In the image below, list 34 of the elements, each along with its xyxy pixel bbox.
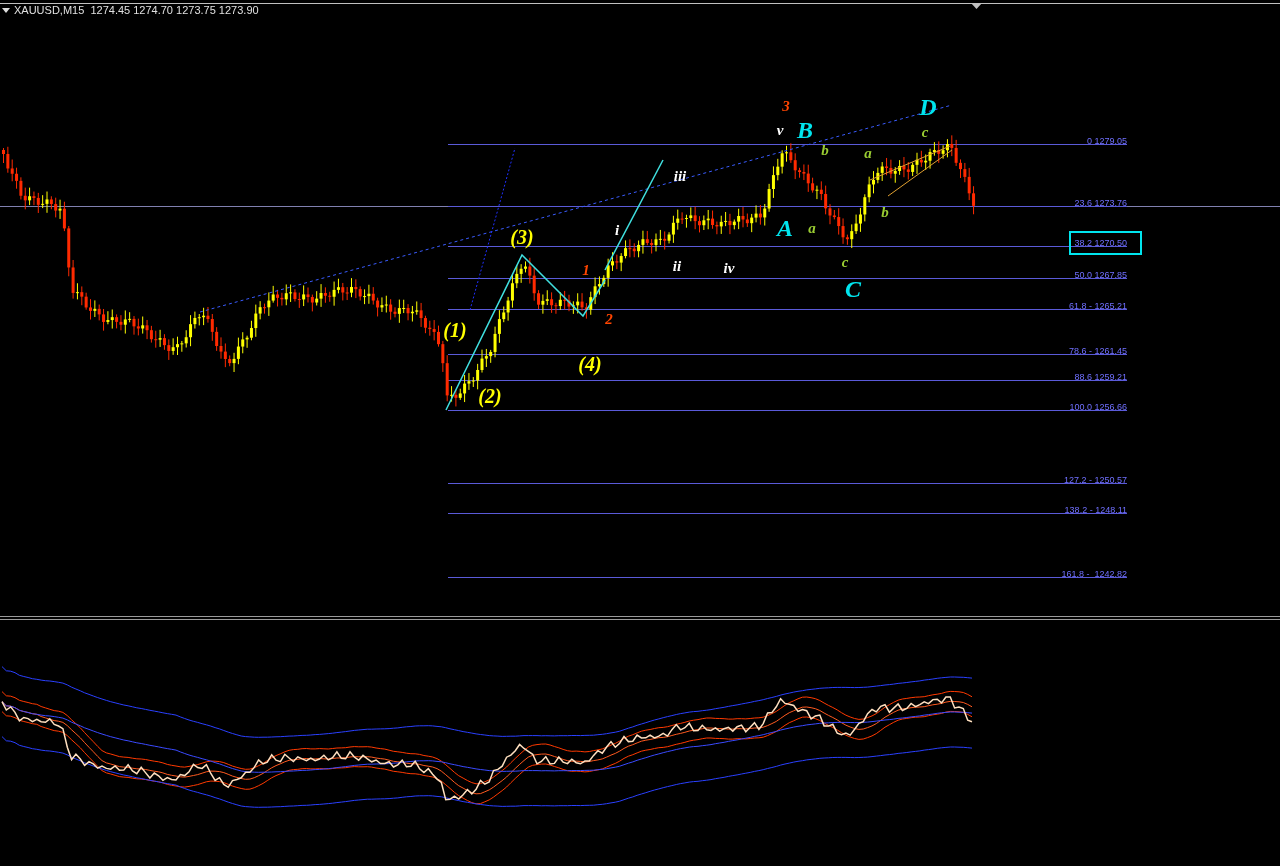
fib-level-label: 78.6 - 1261.45	[1067, 345, 1128, 358]
wave-label: a	[808, 220, 816, 236]
wave-label: B	[797, 118, 813, 142]
fib-level-label: 50.0 1267.85	[1073, 269, 1128, 282]
fib-level-label: 161.8 - 1242.82	[1060, 568, 1128, 581]
wave-label: i	[614, 222, 620, 238]
wave-label: ii	[672, 258, 682, 274]
wave-label: (4)	[578, 354, 602, 374]
fib-level-label: 88.6 1259.21	[1073, 371, 1128, 384]
wave-label: 3	[782, 98, 790, 114]
wave-label: b	[881, 204, 889, 220]
wave-label: (2)	[478, 386, 502, 406]
fib-level-label: 38.2 1270.50	[1069, 231, 1142, 255]
fib-level-label: 23.6 1273.76	[1073, 197, 1128, 210]
fib-level-label: 0 1279.05	[1085, 135, 1128, 148]
wave-label: 2	[605, 311, 613, 327]
wave-label: c	[841, 254, 849, 270]
wave-label: (1)	[443, 320, 467, 340]
wave-label: 1	[582, 262, 590, 278]
wave-label: a	[864, 145, 872, 161]
wave-label: iv	[723, 260, 735, 276]
wave-label: D	[919, 95, 937, 119]
wave-label: v	[776, 122, 784, 138]
chart-symbol-quote: XAUUSD,M15 1274.45 1274.70 1273.75 1273.90	[14, 4, 259, 16]
wave-label: iii	[673, 168, 687, 184]
fib-level-label: 61.8 - 1265.21	[1067, 300, 1128, 313]
fib-level-label: 138.2 - 1248.11	[1063, 504, 1128, 517]
wave-label: (3)	[510, 227, 534, 247]
fib-level-label: 100.0 1256.66	[1068, 401, 1128, 414]
wave-label: b	[821, 142, 829, 158]
wave-label: c	[921, 124, 929, 140]
wave-label: A	[777, 216, 793, 240]
wave-label: C	[845, 277, 861, 301]
fib-level-label: 127.2 - 1250.57	[1062, 474, 1128, 487]
